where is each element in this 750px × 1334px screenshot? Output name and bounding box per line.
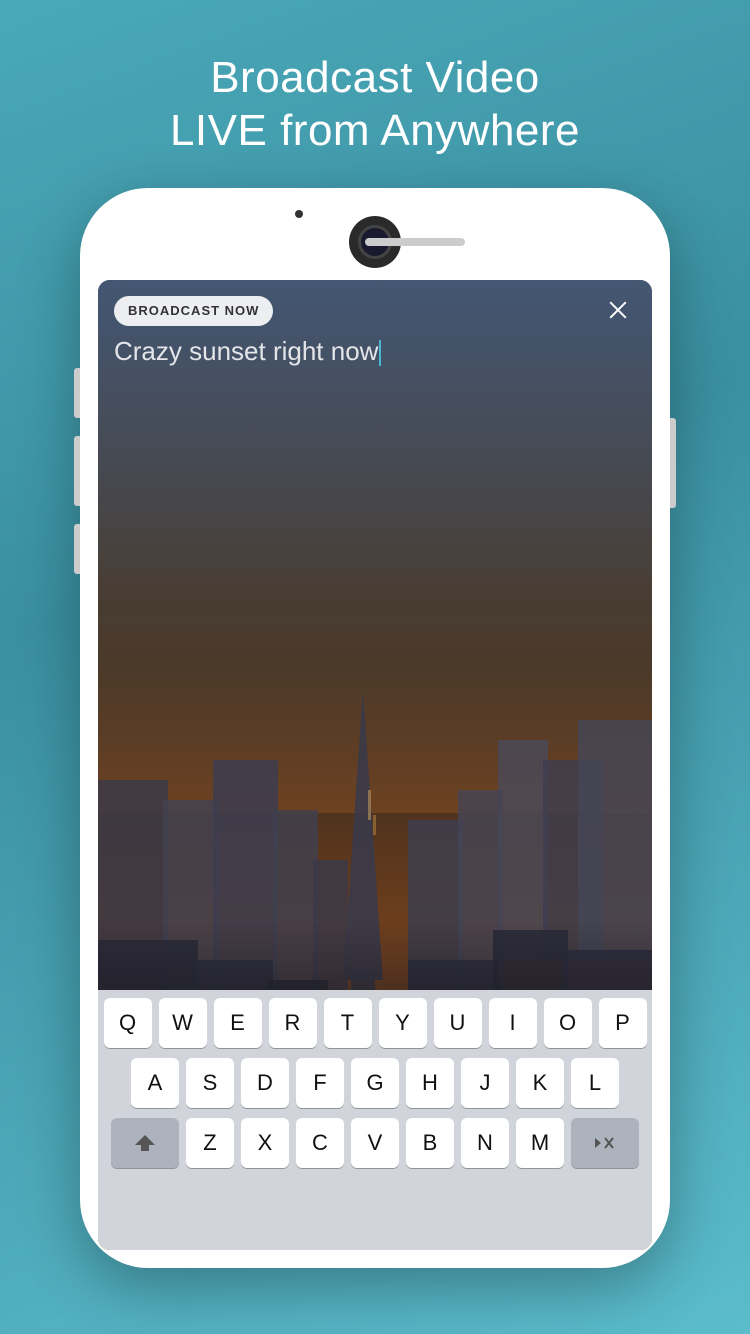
key-s[interactable]: S <box>186 1058 234 1108</box>
key-d[interactable]: D <box>241 1058 289 1108</box>
silent-switch[interactable] <box>74 524 80 574</box>
key-g[interactable]: G <box>351 1058 399 1108</box>
header-line2: LIVE from Anywhere <box>170 105 580 158</box>
key-k[interactable]: K <box>516 1058 564 1108</box>
key-t[interactable]: T <box>324 998 372 1048</box>
key-y[interactable]: Y <box>379 998 427 1048</box>
phone-shell: BROADCAST NOW Crazy sunset right now <box>80 188 670 1268</box>
keyboard-rows: Q W E R T Y U I O P A S D F G <box>98 990 652 1168</box>
key-j[interactable]: J <box>461 1058 509 1108</box>
key-p[interactable]: P <box>599 998 647 1048</box>
key-o[interactable]: O <box>544 998 592 1048</box>
phone-top <box>80 188 670 288</box>
keyboard-row-3: Z X C V B N M <box>102 1118 648 1168</box>
phone-side-left <box>74 368 80 574</box>
text-cursor <box>379 340 381 366</box>
title-text: Crazy sunset right now <box>114 336 381 366</box>
key-n[interactable]: N <box>461 1118 509 1168</box>
key-a[interactable]: A <box>131 1058 179 1108</box>
broadcast-badge: BROADCAST NOW <box>114 296 273 326</box>
key-h[interactable]: H <box>406 1058 454 1108</box>
header-text: Broadcast Video LIVE from Anywhere <box>170 52 580 158</box>
phone-side-right <box>670 418 676 508</box>
key-x[interactable]: X <box>241 1118 289 1168</box>
key-b[interactable]: B <box>406 1118 454 1168</box>
key-r[interactable]: R <box>269 998 317 1048</box>
close-button[interactable] <box>600 292 636 328</box>
key-w[interactable]: W <box>159 998 207 1048</box>
key-m[interactable]: M <box>516 1118 564 1168</box>
shift-key[interactable] <box>111 1118 179 1168</box>
keyboard-row-1: Q W E R T Y U I O P <box>102 998 648 1048</box>
broadcast-badge-text: BROADCAST NOW <box>128 303 259 318</box>
phone-screen: BROADCAST NOW Crazy sunset right now <box>98 280 652 1250</box>
volume-down-button[interactable] <box>74 436 80 506</box>
key-e[interactable]: E <box>214 998 262 1048</box>
backspace-key[interactable] <box>571 1118 639 1168</box>
power-button[interactable] <box>670 418 676 508</box>
key-l[interactable]: L <box>571 1058 619 1108</box>
key-f[interactable]: F <box>296 1058 344 1108</box>
key-v[interactable]: V <box>351 1118 399 1168</box>
key-i[interactable]: I <box>489 998 537 1048</box>
phone-speaker <box>365 238 465 246</box>
keyboard-row-2: A S D F G H J K L <box>102 1058 648 1108</box>
key-c[interactable]: C <box>296 1118 344 1168</box>
header-line1: Broadcast Video <box>170 52 580 105</box>
key-q[interactable]: Q <box>104 998 152 1048</box>
key-u[interactable]: U <box>434 998 482 1048</box>
volume-up-button[interactable] <box>74 368 80 418</box>
keyboard: Q W E R T Y U I O P A S D F G <box>98 990 652 1250</box>
key-z[interactable]: Z <box>186 1118 234 1168</box>
phone-dot <box>295 210 303 218</box>
title-input-area[interactable]: Crazy sunset right now <box>114 335 592 369</box>
